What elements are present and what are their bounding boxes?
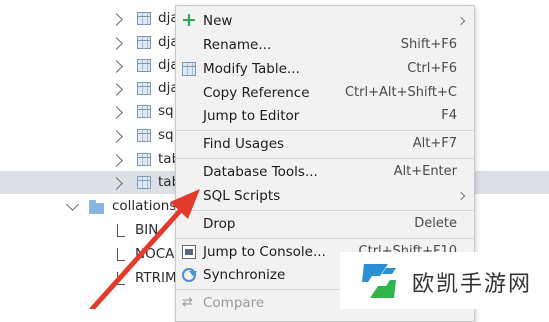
menu-item-label: Database Tools... <box>203 164 318 180</box>
chevron-right-icon[interactable] <box>110 13 123 26</box>
menu-item-shortcut: Alt+F7 <box>412 136 457 151</box>
console-icon <box>182 245 196 259</box>
compare-icon: ⇄ <box>182 295 193 310</box>
menu-item-label: Rename... <box>203 37 272 53</box>
tree-node-label: sq <box>158 127 174 143</box>
chevron-right-icon[interactable] <box>110 60 123 73</box>
collation-icon <box>117 224 128 237</box>
menu-item-shortcut: Ctrl+Alt+Shift+C <box>344 85 457 100</box>
menu-item-label: Jump to Editor <box>203 108 300 124</box>
chevron-right-icon[interactable] <box>110 37 123 50</box>
table-icon <box>137 105 151 118</box>
table-icon <box>137 153 151 166</box>
menu-item-modify-table[interactable]: Modify Table... Ctrl+F6 <box>176 58 474 81</box>
menu-item-find-usages[interactable]: Find Usages Alt+F7 <box>176 133 474 156</box>
menu-item-drop[interactable]: Drop Delete <box>176 213 474 236</box>
menu-separator <box>176 158 474 159</box>
table-icon <box>137 176 151 189</box>
menu-item-label: New <box>203 13 233 29</box>
menu-item-label: Jump to Console... <box>203 244 326 260</box>
menu-separator <box>176 130 474 131</box>
chevron-right-icon[interactable] <box>110 154 123 167</box>
folder-icon <box>89 200 104 214</box>
menu-item-shortcut: Shift+F6 <box>400 37 457 52</box>
menu-item-rename[interactable]: Rename... Shift+F6 <box>176 34 474 57</box>
sync-icon <box>182 268 197 282</box>
menu-item-label: SQL Scripts <box>203 188 281 204</box>
menu-item-label: Synchronize <box>203 267 286 283</box>
submenu-arrow-icon <box>456 191 466 201</box>
menu-item-shortcut: Ctrl+F6 <box>407 61 457 76</box>
menu-item-jump-to-editor[interactable]: Jump to Editor F4 <box>176 105 474 128</box>
watermark-text: 欧凯手游网 <box>412 272 533 297</box>
submenu-arrow-icon <box>456 16 466 26</box>
table-icon <box>137 59 151 72</box>
menu-item-label: Modify Table... <box>203 61 300 77</box>
menu-item-copy-reference[interactable]: Copy Reference Ctrl+Alt+Shift+C <box>176 82 474 105</box>
menu-item-shortcut: Delete <box>414 216 457 231</box>
tree-node-label: NOCA <box>135 246 175 262</box>
menu-item-label: Copy Reference <box>203 85 310 101</box>
watermark-logo-icon <box>362 264 396 298</box>
tree-node-label: sq <box>158 103 174 119</box>
menu-item-sql-scripts[interactable]: SQL Scripts <box>176 185 474 208</box>
tree-node-label: BIN <box>135 222 159 238</box>
tree-node-label: RTRIM <box>135 270 177 286</box>
menu-item-shortcut: Alt+Enter <box>393 164 457 179</box>
watermark: 欧凯手游网 <box>340 252 549 309</box>
table-icon <box>137 12 151 25</box>
table-icon <box>137 129 151 142</box>
collation-icon <box>117 248 128 261</box>
menu-item-shortcut: F4 <box>441 108 457 123</box>
plus-icon: + <box>181 9 197 31</box>
menu-item-new[interactable]: + New <box>176 10 474 33</box>
menu-item-database-tools[interactable]: Database Tools... Alt+Enter <box>176 161 474 184</box>
chevron-right-icon[interactable] <box>110 177 123 190</box>
chevron-right-icon[interactable] <box>110 83 123 96</box>
menu-item-label: Drop <box>203 216 236 232</box>
menu-item-label: Find Usages <box>203 136 285 152</box>
table-icon <box>182 62 196 76</box>
menu-separator <box>176 238 474 239</box>
chevron-right-icon[interactable] <box>110 130 123 143</box>
table-icon <box>137 82 151 95</box>
chevron-right-icon[interactable] <box>110 106 123 119</box>
menu-separator <box>176 210 474 211</box>
table-icon <box>137 36 151 49</box>
tree-node-label: collations <box>112 198 177 214</box>
chevron-down-icon[interactable] <box>66 198 79 211</box>
collation-icon <box>117 272 128 285</box>
